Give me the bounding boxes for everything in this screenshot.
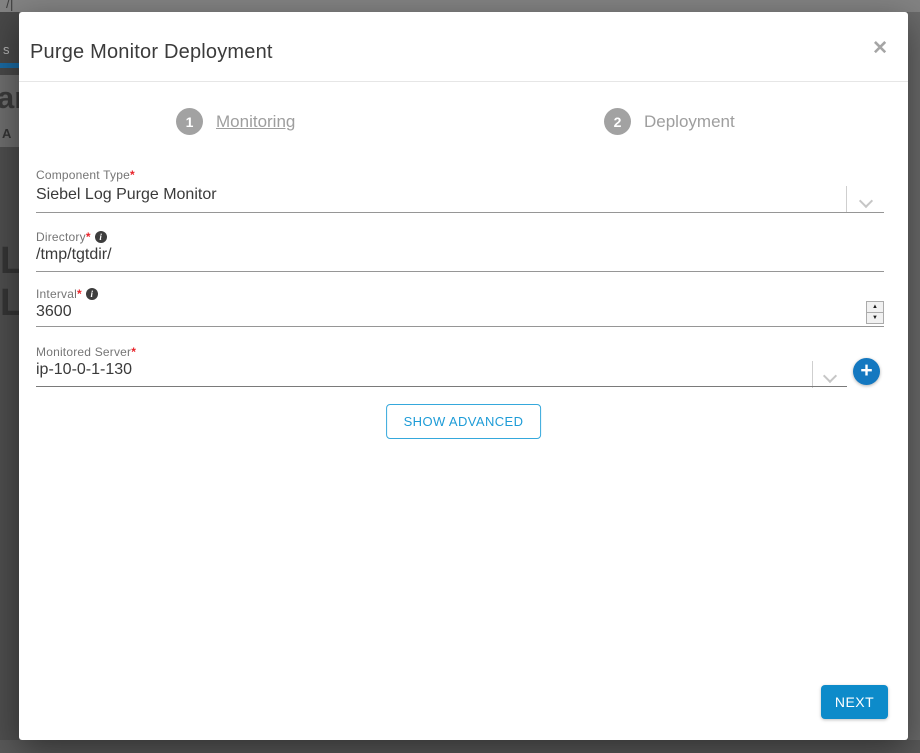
info-icon[interactable]: i (86, 288, 98, 300)
interval-input[interactable] (36, 303, 856, 321)
step-2-label[interactable]: Deployment (644, 112, 735, 132)
add-server-button[interactable]: + (853, 358, 880, 385)
backdrop-top-strip (0, 0, 920, 12)
required-asterisk: * (86, 230, 91, 244)
component-type-select[interactable]: Siebel Log Purge Monitor (36, 186, 836, 204)
chevron-down-icon[interactable] (859, 194, 873, 208)
monitored-server-label-text: Monitored Server (36, 345, 131, 359)
directory-label-text: Directory (36, 230, 86, 244)
next-button[interactable]: NEXT (821, 685, 888, 719)
interval-underline (36, 326, 884, 327)
monitored-server-underline (36, 386, 847, 387)
backdrop-bottom-strip (0, 740, 920, 753)
step-1-label[interactable]: Monitoring (216, 112, 295, 132)
component-type-label-text: Component Type (36, 168, 130, 182)
directory-field (36, 246, 884, 264)
directory-input[interactable] (36, 246, 884, 264)
component-type-label: Component Type* (36, 168, 135, 182)
directory-label: Directory* i (36, 230, 107, 244)
step-2-circle: 2 (604, 108, 631, 135)
component-type-underline (36, 212, 884, 213)
backdrop-right-strip (908, 12, 920, 740)
dialog-title: Purge Monitor Deployment (30, 41, 273, 64)
required-asterisk: * (130, 168, 135, 182)
monitored-server-select[interactable]: ip-10-0-1-130 (36, 361, 806, 379)
monitored-server-label: Monitored Server* (36, 345, 136, 359)
component-type-divider (846, 186, 847, 213)
interval-field (36, 303, 856, 321)
background-tab-fragment: s (3, 42, 10, 57)
dialog-header: Purge Monitor Deployment ✕ (19, 12, 908, 82)
monitored-server-value[interactable]: ip-10-0-1-130 (36, 361, 806, 379)
chevron-down-icon[interactable] (823, 369, 837, 383)
interval-label-text: Interval (36, 287, 77, 301)
component-type-value[interactable]: Siebel Log Purge Monitor (36, 186, 836, 204)
close-icon[interactable]: ✕ (872, 39, 888, 58)
step-monitoring[interactable]: 1 Monitoring (176, 108, 295, 135)
required-asterisk: * (131, 345, 136, 359)
step-deployment[interactable]: 2 Deployment (604, 108, 735, 135)
backdrop-left-strip-body (0, 147, 19, 740)
step-1-circle: 1 (176, 108, 203, 135)
info-icon[interactable]: i (95, 231, 107, 243)
plus-icon: + (860, 360, 872, 381)
spinner-up-icon[interactable]: ▲ (867, 302, 883, 313)
monitored-server-divider (812, 361, 813, 388)
required-asterisk: * (77, 287, 82, 301)
spinner-down-icon[interactable]: ▼ (867, 313, 883, 323)
purge-monitor-deployment-dialog: Purge Monitor Deployment ✕ 1 Monitoring … (19, 12, 908, 740)
background-breadcrumb-fragment: /| (6, 0, 14, 11)
background-active-tab-underline (0, 63, 19, 68)
interval-label: Interval* i (36, 287, 98, 301)
directory-underline (36, 271, 884, 272)
interval-spinner[interactable]: ▲ ▼ (866, 301, 884, 324)
show-advanced-button[interactable]: SHOW ADVANCED (386, 404, 542, 439)
background-subheading-fragment: A (2, 126, 11, 141)
